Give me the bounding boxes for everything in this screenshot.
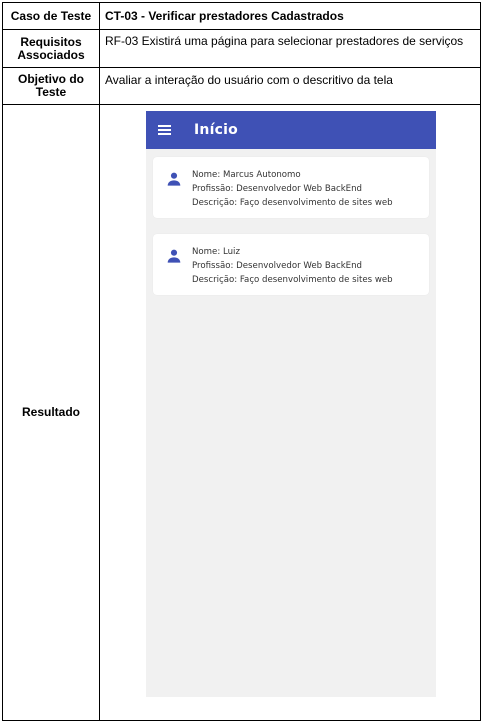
app-screenshot: Início Nome: Marcus Autonomo Profissão: … [146, 111, 436, 697]
result-screenshot-cell: Início Nome: Marcus Autonomo Profissão: … [99, 104, 481, 721]
requirements-label: Requisitos Associados [2, 29, 100, 68]
test-case-table: Caso de Teste CT-03 - Verificar prestado… [2, 2, 481, 721]
objective-value: Avaliar a interação do usuário com o des… [99, 67, 481, 105]
test-case-value: CT-03 - Verificar prestadores Cadastrado… [99, 2, 481, 30]
requirements-value: RF-03 Existirá uma página para seleciona… [99, 29, 481, 68]
row-test-case: Caso de Teste CT-03 - Verificar prestado… [2, 2, 481, 30]
provider-description: Descrição: Faço desenvolvimento de sites… [192, 275, 393, 285]
app-bar: Início [146, 111, 436, 149]
provider-details: Nome: Marcus Autonomo Profissão: Desenvo… [192, 168, 393, 210]
row-result: Resultado Início Nome: Marcus Autonomo P… [2, 104, 481, 721]
provider-card[interactable]: Nome: Luiz Profissão: Desenvolvedor Web … [153, 234, 429, 295]
provider-profession: Profissão: Desenvolvedor Web BackEnd [192, 184, 363, 194]
provider-name: Nome: Marcus Autonomo [192, 170, 301, 180]
app-bar-title: Início [194, 121, 238, 138]
person-icon [167, 249, 181, 263]
person-icon [167, 172, 181, 186]
provider-details: Nome: Luiz Profissão: Desenvolvedor Web … [192, 245, 393, 287]
provider-card[interactable]: Nome: Marcus Autonomo Profissão: Desenvo… [153, 157, 429, 218]
objective-label: Objetivo do Teste [2, 67, 100, 105]
provider-profession: Profissão: Desenvolvedor Web BackEnd [192, 261, 363, 271]
test-case-label: Caso de Teste [2, 2, 100, 30]
menu-icon[interactable] [158, 125, 171, 135]
result-label: Resultado [2, 104, 100, 721]
row-requirements: Requisitos Associados RF-03 Existirá uma… [2, 29, 481, 68]
provider-description: Descrição: Faço desenvolvimento de sites… [192, 198, 393, 208]
provider-name: Nome: Luiz [192, 247, 240, 257]
row-objective: Objetivo do Teste Avaliar a interação do… [2, 67, 481, 105]
